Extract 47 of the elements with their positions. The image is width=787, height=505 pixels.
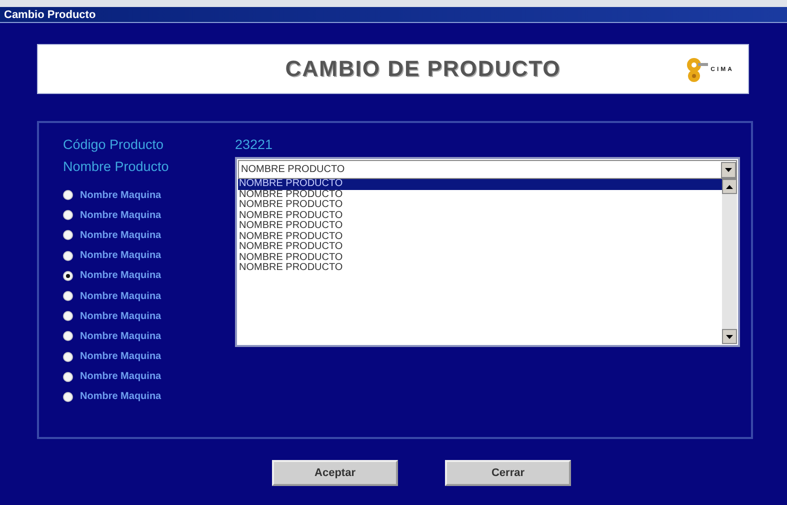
list-item[interactable]: NOMBRE PRODUCTO [238,200,722,210]
list-item[interactable]: NOMBRE PRODUCTO [238,242,722,252]
radio-button[interactable] [63,311,73,322]
radio-button[interactable] [63,250,73,261]
radio-button[interactable] [63,291,73,302]
radio-label: Nombre Maquina [80,250,162,262]
product-code: 23221 [235,136,274,154]
radio-button[interactable] [63,270,73,281]
radio-button[interactable] [63,210,73,220]
product-dropdown[interactable]: NOMBRE PRODUCTO [238,160,737,179]
radio-label: Nombre Maquina [80,310,162,322]
radio-label: Nombre Maquina [80,351,162,362]
radio-button[interactable] [63,392,73,402]
radio-label: Nombre Maquina [80,391,162,402]
dialog-button[interactable]: Aceptar [272,460,398,486]
radio-button[interactable] [63,331,73,342]
field-label: Nombre Producto [63,158,170,176]
scrollbar[interactable] [722,179,737,344]
caret-icon [725,168,732,172]
radio-label: Nombre Maquina [80,210,162,221]
radio-label: Nombre Maquina [80,371,162,382]
radio-label: Nombre Maquina [80,190,162,201]
scroll-down-button[interactable] [722,329,737,344]
window-title: Cambio Producto [4,8,96,20]
field-label: Código Producto [63,136,165,154]
radio-label: Nombre Maquina [80,270,162,282]
header-title: CAMBIO DE PRODUCTO [285,56,561,82]
list-item[interactable]: NOMBRE PRODUCTO [238,190,722,200]
list-item[interactable]: NOMBRE PRODUCTO [238,221,722,232]
up-arrow-icon [726,184,733,188]
dialog-button[interactable]: Cerrar [445,460,571,486]
radio-button[interactable] [63,190,73,200]
down-arrow-icon [726,334,733,338]
list-item[interactable]: NOMBRE PRODUCTO [238,263,722,274]
radio-button[interactable] [63,372,73,382]
scroll-up-button[interactable] [722,179,737,194]
dropdown-button[interactable] [721,162,736,178]
radio-button[interactable] [63,352,73,362]
gear-logo-icon [686,57,708,83]
radio-label: Nombre Maquina [80,330,162,342]
list-item[interactable]: NOMBRE PRODUCTO [238,179,722,190]
list-item[interactable]: NOMBRE PRODUCTO [238,252,722,263]
radio-label: Nombre Maquina [80,290,162,302]
radio-button[interactable] [63,230,73,240]
list-item[interactable]: NOMBRE PRODUCTO [238,232,722,242]
radio-label: Nombre Maquina [80,230,162,241]
list-item[interactable]: NOMBRE PRODUCTO [238,210,722,221]
